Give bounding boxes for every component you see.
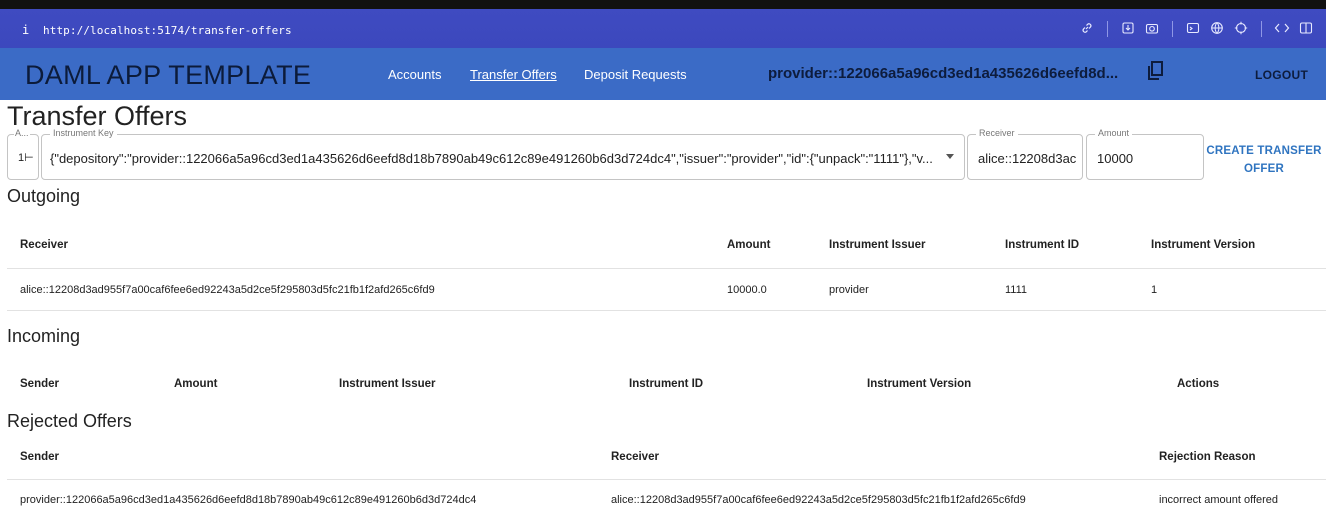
globe-icon[interactable]	[1207, 21, 1227, 38]
nav-accounts[interactable]: Accounts	[388, 67, 441, 82]
outgoing-header-id: Instrument ID	[1005, 239, 1080, 251]
download-icon[interactable]	[1118, 21, 1138, 38]
outgoing-header-version: Instrument Version	[1151, 239, 1256, 251]
party-id: provider::122066a5a96cd3ed1a435626d6eefd…	[768, 65, 1119, 82]
outgoing-cell-id: 1111	[1005, 284, 1028, 296]
outgoing-cell-version: 1	[1151, 284, 1158, 296]
receiver-label: Receiver	[976, 128, 1018, 138]
outgoing-title: Outgoing	[7, 186, 81, 206]
amount-field[interactable]: Amount 10000	[1086, 128, 1204, 180]
outgoing-header-issuer: Instrument Issuer	[829, 239, 926, 251]
browser-toolbar	[1075, 19, 1318, 39]
outgoing-header-receiver: Receiver	[20, 239, 68, 251]
camera-icon[interactable]	[1142, 21, 1162, 38]
divider	[7, 479, 1326, 480]
rejected-cell-sender: provider::122066a5a96cd3ed1a435626d6eefd…	[20, 494, 477, 506]
sidebar-icon[interactable]	[1296, 21, 1316, 38]
browser-url-bar: i http://localhost:5174/transfer-offers	[0, 0, 1326, 48]
receiver-field[interactable]: Receiver alice::12208d3ac	[967, 128, 1083, 180]
toolbar-divider	[1172, 21, 1173, 37]
divider	[7, 268, 1326, 269]
code-icon[interactable]	[1272, 21, 1292, 38]
rejected-cell-receiver: alice::12208d3ad955f7a00caf6fee6ed92243a…	[611, 494, 1026, 506]
incoming-header-actions: Actions	[1177, 378, 1220, 390]
nav-deposit-requests[interactable]: Deposit Requests	[584, 67, 687, 82]
outgoing-cell-amount: 10000.0	[727, 284, 767, 296]
divider	[7, 310, 1326, 311]
logout-button[interactable]: LOGOUT	[1255, 68, 1308, 82]
incoming-header-id: Instrument ID	[629, 378, 704, 390]
outgoing-cell-receiver: alice::12208d3ad955f7a00caf6fee6ed92243a…	[20, 284, 435, 296]
instrument-key-value: {"depository":"provider::122066a5a96cd3e…	[50, 151, 933, 166]
dropdown-arrow-icon[interactable]	[946, 154, 954, 159]
rejected-header-receiver: Receiver	[611, 451, 659, 463]
crosshair-icon[interactable]	[1231, 21, 1251, 38]
rejected-cell-reason: incorrect amount offered	[1159, 494, 1279, 506]
account-select[interactable]: A... 1⊢	[7, 128, 39, 180]
instrument-key-label: Instrument Key	[50, 128, 117, 138]
copy-icon[interactable]	[1148, 61, 1164, 81]
account-label: A...	[14, 128, 30, 138]
link-icon[interactable]	[1077, 21, 1097, 38]
incoming-header-issuer: Instrument Issuer	[339, 378, 436, 390]
receiver-value: alice::12208d3ac	[978, 151, 1076, 166]
nav-transfer-offers[interactable]: Transfer Offers	[470, 67, 557, 82]
incoming-header-sender: Sender	[20, 378, 59, 390]
account-value: 1⊢	[18, 152, 34, 164]
info-icon[interactable]: i	[22, 23, 29, 37]
rejected-header-reason: Rejection Reason	[1159, 451, 1256, 463]
app-bar: DAML APP TEMPLATE Accounts Transfer Offe…	[0, 48, 1326, 100]
toolbar-divider	[1107, 21, 1108, 37]
toolbar-divider	[1261, 21, 1262, 37]
instrument-key-select[interactable]: Instrument Key {"depository":"provider::…	[41, 128, 965, 180]
incoming-header-amount: Amount	[174, 378, 218, 390]
rejected-title: Rejected Offers	[7, 411, 132, 431]
incoming-title: Incoming	[7, 326, 81, 346]
amount-value: 10000	[1097, 151, 1134, 166]
create-transfer-offer-button[interactable]: CREATE TRANSFER OFFER	[1206, 142, 1322, 178]
terminal-icon[interactable]	[1183, 21, 1203, 38]
rejected-header-sender: Sender	[20, 451, 59, 463]
url-text[interactable]: http://localhost:5174/transfer-offers	[43, 24, 292, 37]
amount-label: Amount	[1095, 128, 1133, 138]
incoming-header-version: Instrument Version	[867, 378, 972, 390]
app-brand[interactable]: DAML APP TEMPLATE	[25, 60, 311, 91]
outgoing-cell-issuer: provider	[829, 284, 869, 296]
outgoing-header-amount: Amount	[727, 239, 771, 251]
